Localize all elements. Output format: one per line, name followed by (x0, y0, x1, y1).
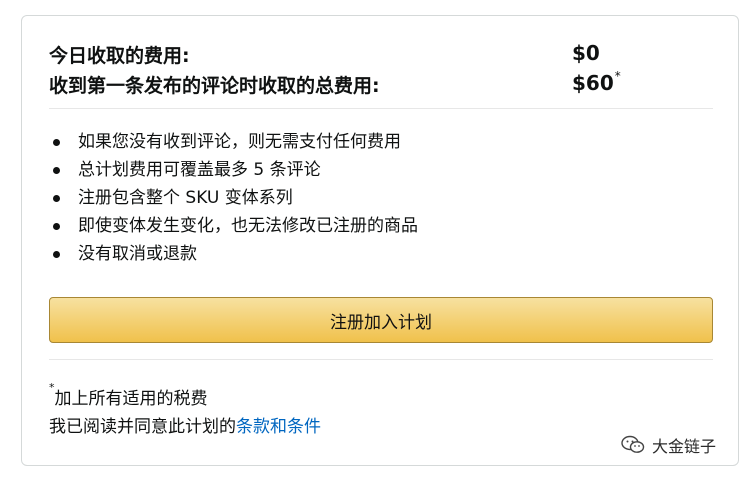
bullet-item: 总计划费用可覆盖最多 5 条评论 (49, 156, 418, 184)
terms-prefix: 我已阅读并同意此计划的 (49, 417, 236, 437)
terms-and-conditions-link[interactable]: 条款和条件 (236, 417, 321, 437)
terms-bullet-list: 如果您没有收到评论，则无需支付任何费用 总计划费用可覆盖最多 5 条评论 注册包… (49, 128, 418, 268)
today-fee-label: 今日收取的费用: (49, 45, 190, 67)
bullet-text: 即使变体发生变化，也无法修改已注册的商品 (78, 216, 418, 236)
total-fee-label: 收到第一条发布的评论时收取的总费用: (49, 75, 380, 97)
bullet-item: 即使变体发生变化，也无法修改已注册的商品 (49, 212, 418, 240)
bullet-icon (53, 167, 60, 174)
today-fee-value: $0 (572, 41, 600, 65)
tax-footnote-marker: * (614, 69, 621, 83)
bullet-text: 注册包含整个 SKU 变体系列 (78, 188, 293, 208)
enrollment-card: 今日收取的费用: $0 收到第一条发布的评论时收取的总费用: $60* 如果您没… (21, 15, 739, 466)
watermark-text: 大金链子 (652, 437, 717, 456)
bullet-icon (53, 195, 60, 202)
bullet-icon (53, 251, 60, 258)
today-fee-amount: $0 (572, 41, 600, 65)
wechat-icon (621, 435, 645, 455)
bullet-item: 如果您没有收到评论，则无需支付任何费用 (49, 128, 418, 156)
bullet-icon (53, 139, 60, 146)
total-fee-amount: $60 (572, 71, 614, 95)
bullet-text: 没有取消或退款 (78, 244, 197, 264)
total-fee-value: $60* (572, 69, 621, 95)
footnote-marker: * (49, 381, 55, 394)
enroll-button-label: 注册加入计划 (330, 312, 432, 333)
bullet-item: 没有取消或退款 (49, 240, 418, 268)
tax-footnote: *加上所有适用的税费 (49, 381, 208, 409)
bullet-text: 总计划费用可覆盖最多 5 条评论 (78, 160, 321, 180)
bullet-text: 如果您没有收到评论，则无需支付任何费用 (78, 132, 401, 152)
terms-agreement: 我已阅读并同意此计划的条款和条件 (49, 412, 321, 437)
bullet-icon (53, 223, 60, 230)
bullet-item: 注册包含整个 SKU 变体系列 (49, 184, 418, 212)
watermark: 大金链子 (621, 433, 716, 457)
enroll-button[interactable]: 注册加入计划 (49, 297, 713, 343)
divider (49, 108, 713, 109)
divider (49, 359, 713, 360)
footnote-text: 加上所有适用的税费 (54, 389, 208, 409)
